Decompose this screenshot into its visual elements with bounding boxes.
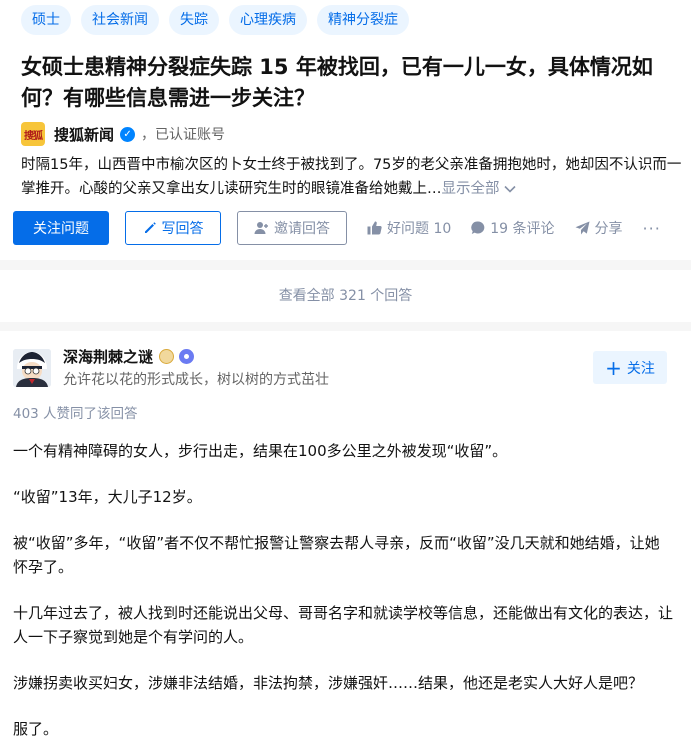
verified-label: ，已认证账号 (141, 127, 226, 143)
excerpt-text: 时隔15年，山西晋中市榆次区的卜女士终于被找到了。75岁的老父亲准备拥抱她时，她… (21, 157, 682, 197)
chevron-down-icon (504, 185, 516, 193)
avatar-image (13, 349, 51, 387)
answer-card: 深海荆棘之谜 允许花以花的形式成长，树以树的方式茁壮 + 关注 403 人赞同了… (0, 331, 691, 742)
topic-tag[interactable]: 硕士 (21, 5, 71, 35)
answer-paragraph: 被“收留”多年，“收留”者不仅不帮忙报警让警察去帮人寻亲，反而“收留”没几天就和… (13, 534, 660, 576)
comment-bubble-icon (471, 221, 485, 234)
author-name[interactable]: 搜狐新闻 (54, 124, 114, 145)
pencil-icon (144, 222, 156, 233)
answer-author-row: 深海荆棘之谜 (63, 346, 195, 367)
topic-tag[interactable]: 失踪 (169, 5, 219, 35)
more-options-button[interactable]: ··· (643, 219, 661, 238)
share-button[interactable]: 分享 (575, 218, 623, 238)
vote-summary: 403 人赞同了该回答 (13, 406, 138, 422)
follow-question-button[interactable]: 关注问题 (13, 211, 109, 245)
question-actions: 关注问题 写回答 邀请回答 好问题 10 19 条评论 分享 ··· (13, 211, 661, 245)
avatar[interactable] (13, 349, 51, 387)
write-answer-label: 写回答 (161, 221, 204, 237)
answer-author-name[interactable]: 深海荆棘之谜 (63, 346, 153, 367)
verified-check-icon: ✓ (120, 126, 136, 142)
answer-paragraph: “收留”13年，大儿子12岁。 (13, 488, 202, 506)
invite-answer-label: 邀请回答 (274, 221, 330, 237)
answer-paragraph: 服了。 (13, 720, 59, 738)
plus-icon: + (605, 355, 622, 380)
invite-user-icon (254, 222, 268, 234)
topic-list: 硕士 社会新闻 失踪 心理疾病 精神分裂症 (21, 5, 409, 35)
share-label: 分享 (594, 221, 623, 237)
question-author: 搜狐 搜狐新闻 ✓ ，已认证账号 (21, 122, 225, 146)
topic-tag[interactable]: 精神分裂症 (317, 5, 409, 35)
answer-author-bio: 允许花以花的形式成长，树以树的方式茁壮 (63, 372, 329, 388)
paper-plane-icon (575, 221, 590, 235)
level-badge-icon[interactable] (179, 349, 195, 364)
invite-answer-button[interactable]: 邀请回答 (237, 211, 347, 245)
show-all-label: 显示全部 (441, 181, 500, 197)
answer-body: 一个有精神障碍的女人，步行出走，结果在100多公里之外被发现“收留”。 “收留”… (13, 439, 673, 742)
question-title[interactable]: 女硕士患精神分裂症失踪 15 年被找回，已有一儿一女，具体情况如何？有哪些信息需… (21, 52, 681, 114)
answer-paragraph: 涉嫌拐卖收买妇女，涉嫌非法结婚，非法拘禁，涉嫌强奸……结果，他还是老实人大好人是… (13, 674, 644, 692)
thumbs-up-icon (367, 221, 382, 235)
show-all-link[interactable]: 显示全部 (442, 181, 517, 197)
view-all-answers-button[interactable]: 查看全部 321 个回答 (0, 270, 691, 322)
comments-button[interactable]: 19 条评论 (471, 218, 555, 238)
good-question-button[interactable]: 好问题 10 (367, 218, 451, 238)
comments-label: 19 条评论 (490, 221, 555, 237)
medal-badge-icon[interactable] (159, 349, 175, 364)
question-card: 硕士 社会新闻 失踪 心理疾病 精神分裂症 女硕士患精神分裂症失踪 15 年被找… (0, 0, 691, 260)
follow-author-label: 关注 (626, 360, 655, 377)
question-excerpt: 时隔15年，山西晋中市榆次区的卜女士终于被找到了。75岁的老父亲准备拥抱她时，她… (21, 153, 686, 201)
topic-tag[interactable]: 社会新闻 (81, 5, 159, 35)
follow-author-button[interactable]: + 关注 (593, 351, 667, 384)
answer-paragraph: 十几年过去了，被人找到时还能说出父母、哥哥名字和就读学校等信息，还能做出有文化的… (13, 604, 674, 646)
sohu-logo[interactable]: 搜狐 (21, 122, 45, 146)
sohu-logo-text: 搜狐 (24, 130, 43, 142)
write-answer-button[interactable]: 写回答 (125, 211, 221, 245)
answer-paragraph: 一个有精神障碍的女人，步行出走，结果在100多公里之外被发现“收留”。 (13, 442, 508, 460)
good-question-label: 好问题 10 (387, 221, 452, 237)
topic-tag[interactable]: 心理疾病 (229, 5, 307, 35)
